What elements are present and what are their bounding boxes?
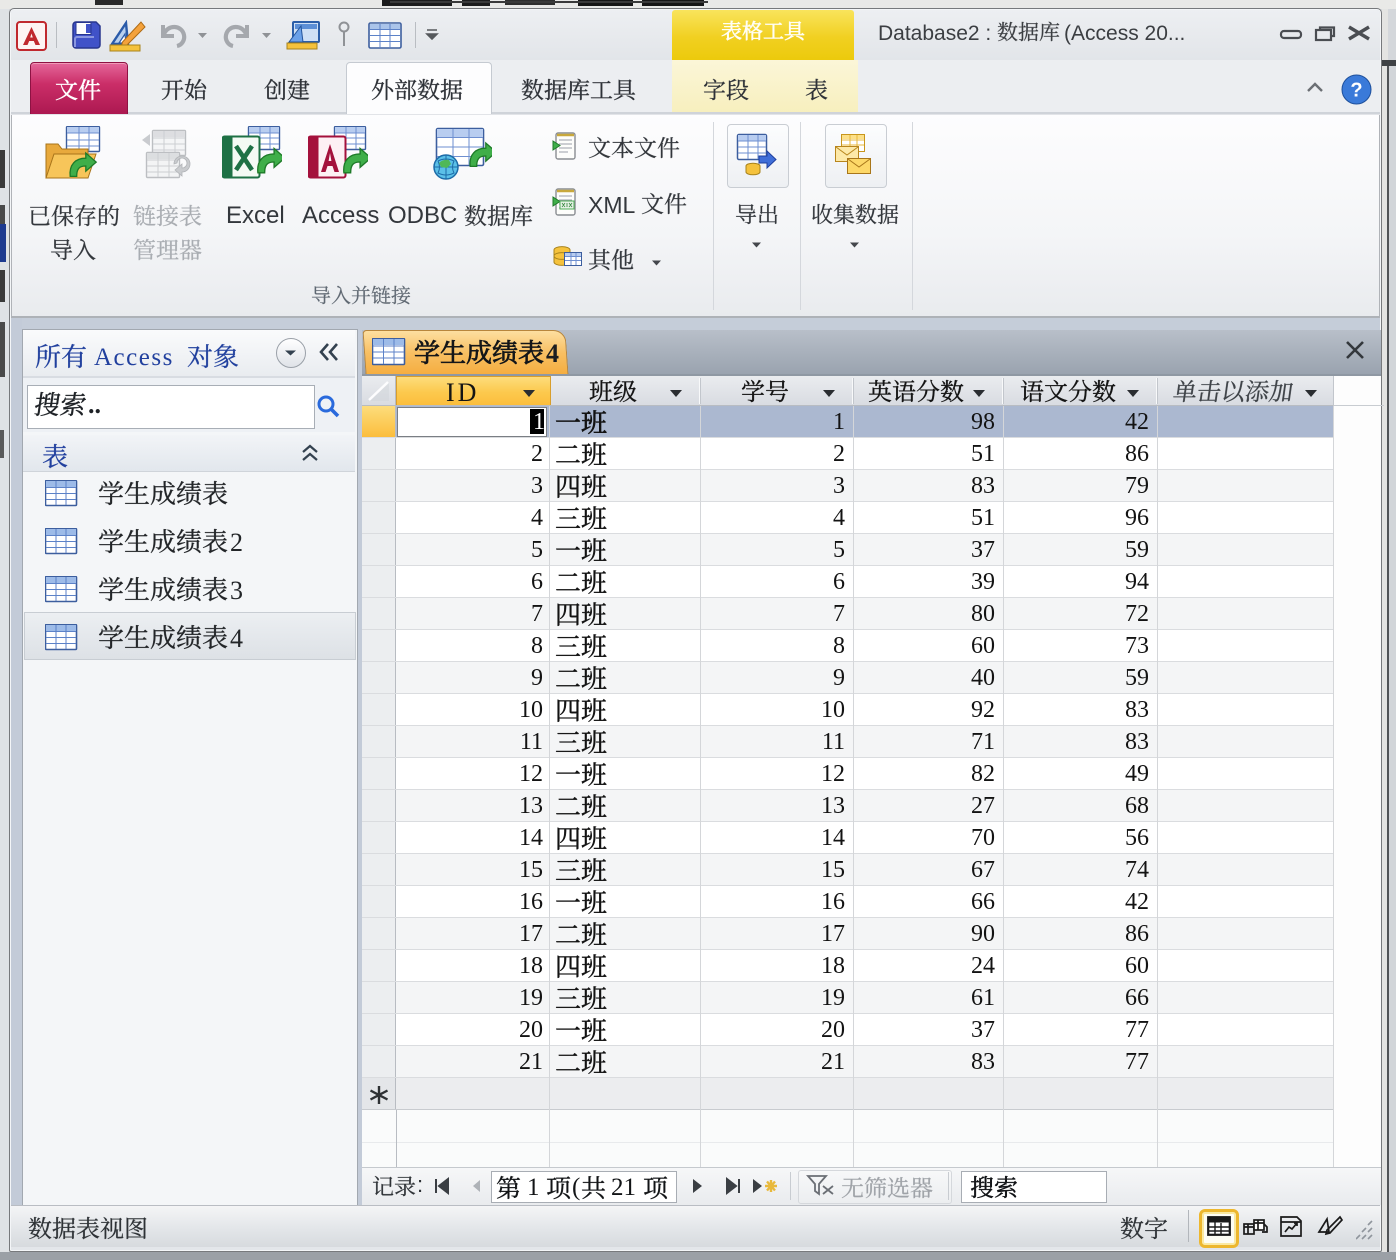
- svg-text:?: ?: [1350, 80, 1362, 102]
